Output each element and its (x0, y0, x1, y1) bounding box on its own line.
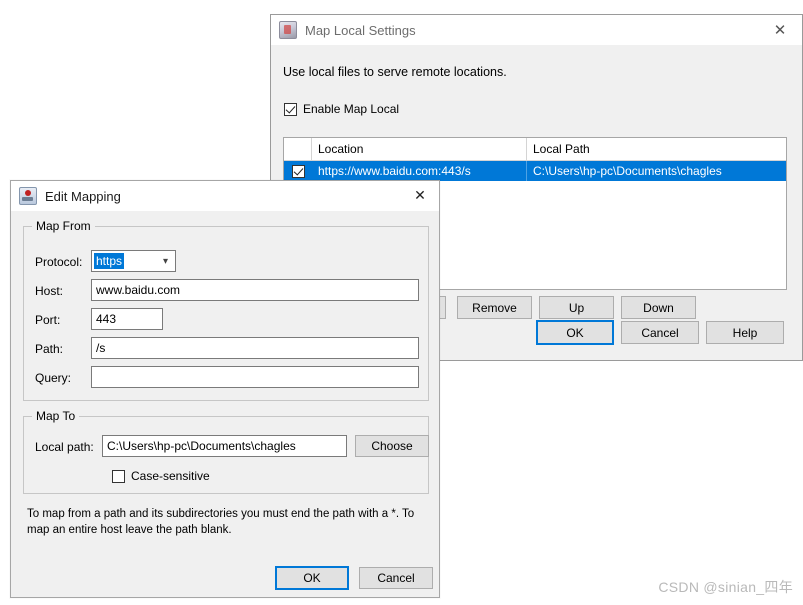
edit-mapping-title: Edit Mapping (45, 188, 121, 204)
path-input[interactable]: /s (91, 337, 419, 359)
protocol-label: Protocol: (35, 255, 83, 269)
close-icon[interactable]: ✕ (758, 15, 802, 45)
path-label: Path: (35, 342, 64, 356)
port-input[interactable]: 443 (91, 308, 163, 330)
local-path-input[interactable]: C:\Users\hp-pc\Documents\chagles (102, 435, 347, 457)
map-from-legend: Map From (32, 219, 95, 233)
map-local-settings-subtitle: Use local files to serve remote location… (283, 65, 507, 79)
edit-mapping-titlebar: Edit Mapping ✕ (11, 181, 439, 211)
case-sensitive-label: Case-sensitive (131, 469, 210, 483)
case-sensitive-checkbox[interactable] (112, 469, 125, 483)
enable-map-local-checkbox[interactable] (284, 102, 297, 116)
ok-button[interactable]: OK (275, 566, 349, 590)
ok-button[interactable]: OK (536, 320, 614, 345)
down-button[interactable]: Down (621, 296, 696, 319)
enable-map-local-label: Enable Map Local (303, 102, 400, 116)
mapping-hint-text: To map from a path and its subdirectorie… (27, 508, 415, 536)
row-location: https://www.baidu.com:443/s (312, 161, 527, 181)
charles-bottle-icon (279, 21, 297, 39)
protocol-value: https (94, 253, 125, 269)
row-enabled-checkbox-cell[interactable] (284, 161, 312, 181)
local-path-label: Local path: (35, 440, 94, 454)
port-label: Port: (35, 313, 61, 327)
cancel-button[interactable]: Cancel (621, 321, 699, 344)
host-label: Host: (35, 284, 64, 298)
query-input[interactable] (91, 366, 419, 388)
table-header-checkbox-col (284, 138, 312, 160)
choose-button[interactable]: Choose (355, 435, 429, 457)
protocol-select[interactable]: https ▾ (91, 250, 176, 272)
enable-map-local-row[interactable]: Enable Map Local (284, 102, 399, 116)
csdn-watermark: CSDN @sinian_四年 (658, 579, 793, 595)
map-local-settings-title: Map Local Settings (305, 22, 416, 38)
row-local-path: C:\Users\hp-pc\Documents\chagles (533, 164, 722, 178)
charles-app-icon (19, 187, 37, 205)
table-row[interactable]: https://www.baidu.com:443/s C:\Users\hp-… (284, 161, 786, 181)
remove-button[interactable]: Remove (457, 296, 532, 319)
map-local-settings-titlebar: Map Local Settings ✕ (271, 15, 802, 45)
up-button[interactable]: Up (539, 296, 614, 319)
row-enabled-checkbox[interactable] (291, 164, 305, 178)
query-label: Query: (35, 371, 72, 385)
cancel-button[interactable]: Cancel (359, 567, 433, 589)
table-header-row: Location Local Path (284, 138, 786, 161)
host-input[interactable]: www.baidu.com (91, 279, 419, 301)
close-icon[interactable]: ✕ (401, 181, 439, 209)
chevron-down-icon[interactable]: ▾ (163, 256, 168, 267)
table-header-local-path[interactable]: Local Path (527, 138, 786, 160)
help-button[interactable]: Help (706, 321, 784, 344)
table-header-location[interactable]: Location (312, 138, 527, 160)
case-sensitive-row[interactable]: Case-sensitive (112, 469, 210, 483)
map-to-legend: Map To (32, 409, 80, 423)
edit-mapping-window: Edit Mapping ✕ Map From Protocol: https … (10, 180, 440, 598)
